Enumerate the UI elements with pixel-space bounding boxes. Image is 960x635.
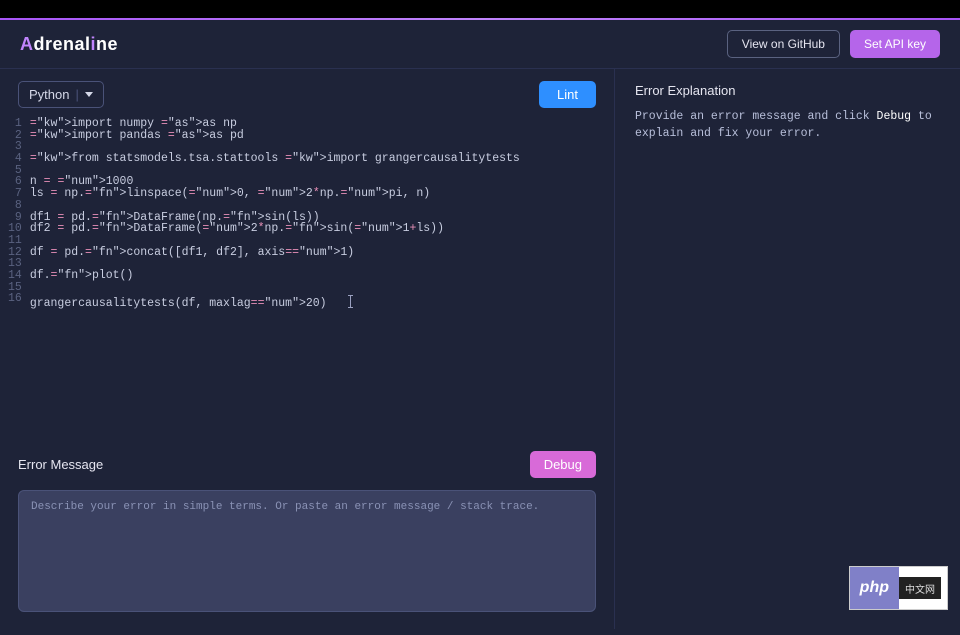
left-panel: Python | Lint 12345678910111213141516 ="… <box>0 69 615 629</box>
line-number: 14 <box>8 270 22 282</box>
lint-button[interactable]: Lint <box>539 81 596 108</box>
editor-section: Python | Lint 12345678910111213141516 ="… <box>0 69 614 439</box>
code-editor[interactable]: 12345678910111213141516 ="kw">import num… <box>0 118 614 305</box>
chevron-down-icon <box>85 92 93 97</box>
explanation-title: Error Explanation <box>635 83 940 98</box>
set-api-key-button[interactable]: Set API key <box>850 30 940 58</box>
php-badge-text: php <box>850 567 899 609</box>
editor-toolbar: Python | Lint <box>0 69 614 118</box>
code-line[interactable] <box>30 235 520 247</box>
language-dropdown[interactable]: Python | <box>18 81 104 108</box>
right-panel: Error Explanation Provide an error messa… <box>615 69 960 629</box>
app-logo: Adrenaline <box>20 34 118 55</box>
code-line[interactable]: ="kw">import numpy ="as">as np <box>30 118 520 130</box>
explanation-text: Provide an error message and click Debug… <box>635 108 940 143</box>
code-line[interactable]: ls = np.="fn">linspace(="num">0, ="num">… <box>30 188 520 200</box>
php-badge-cn: 中文网 <box>899 577 941 599</box>
window-top-bar <box>0 0 960 18</box>
app-header: Adrenaline View on GitHub Set API key <box>0 20 960 69</box>
error-message-section: Error Message Debug <box>0 439 614 635</box>
error-message-header: Error Message Debug <box>18 451 596 478</box>
line-number: 16 <box>8 293 22 305</box>
code-line[interactable]: df = pd.="fn">concat([df1, df2], axis=="… <box>30 247 520 259</box>
line-number: 1 <box>8 118 22 130</box>
code-line[interactable]: ="kw">from statsmodels.tsa.stattools ="k… <box>30 153 520 165</box>
line-gutter: 12345678910111213141516 <box>8 118 30 305</box>
language-label: Python <box>29 87 69 102</box>
header-buttons: View on GitHub Set API key <box>727 30 940 58</box>
error-message-input[interactable] <box>18 490 596 612</box>
code-line[interactable] <box>30 200 520 212</box>
code-line[interactable]: df2 = pd.="fn">DataFrame(="num">2*np.="f… <box>30 223 520 235</box>
code-content[interactable]: ="kw">import numpy ="as">as np="kw">impo… <box>30 118 520 305</box>
error-message-title: Error Message <box>18 457 103 472</box>
code-line[interactable]: ="kw">import pandas ="as">as pd <box>30 130 520 142</box>
main-area: Python | Lint 12345678910111213141516 ="… <box>0 69 960 629</box>
dropdown-divider: | <box>75 87 78 102</box>
line-number: 11 <box>8 235 22 247</box>
php-watermark-badge: php 中文网 <box>849 566 948 610</box>
code-line[interactable]: grangercausalitytests(df, maxlag=="num">… <box>30 293 520 305</box>
debug-button[interactable]: Debug <box>530 451 596 478</box>
logo-accent-1: A <box>20 34 34 54</box>
code-line[interactable] <box>30 282 520 294</box>
code-line[interactable]: df.="fn">plot() <box>30 270 520 282</box>
line-number: 4 <box>8 153 22 165</box>
view-github-button[interactable]: View on GitHub <box>727 30 840 58</box>
text-cursor-icon <box>347 295 354 308</box>
line-number: 8 <box>8 200 22 212</box>
